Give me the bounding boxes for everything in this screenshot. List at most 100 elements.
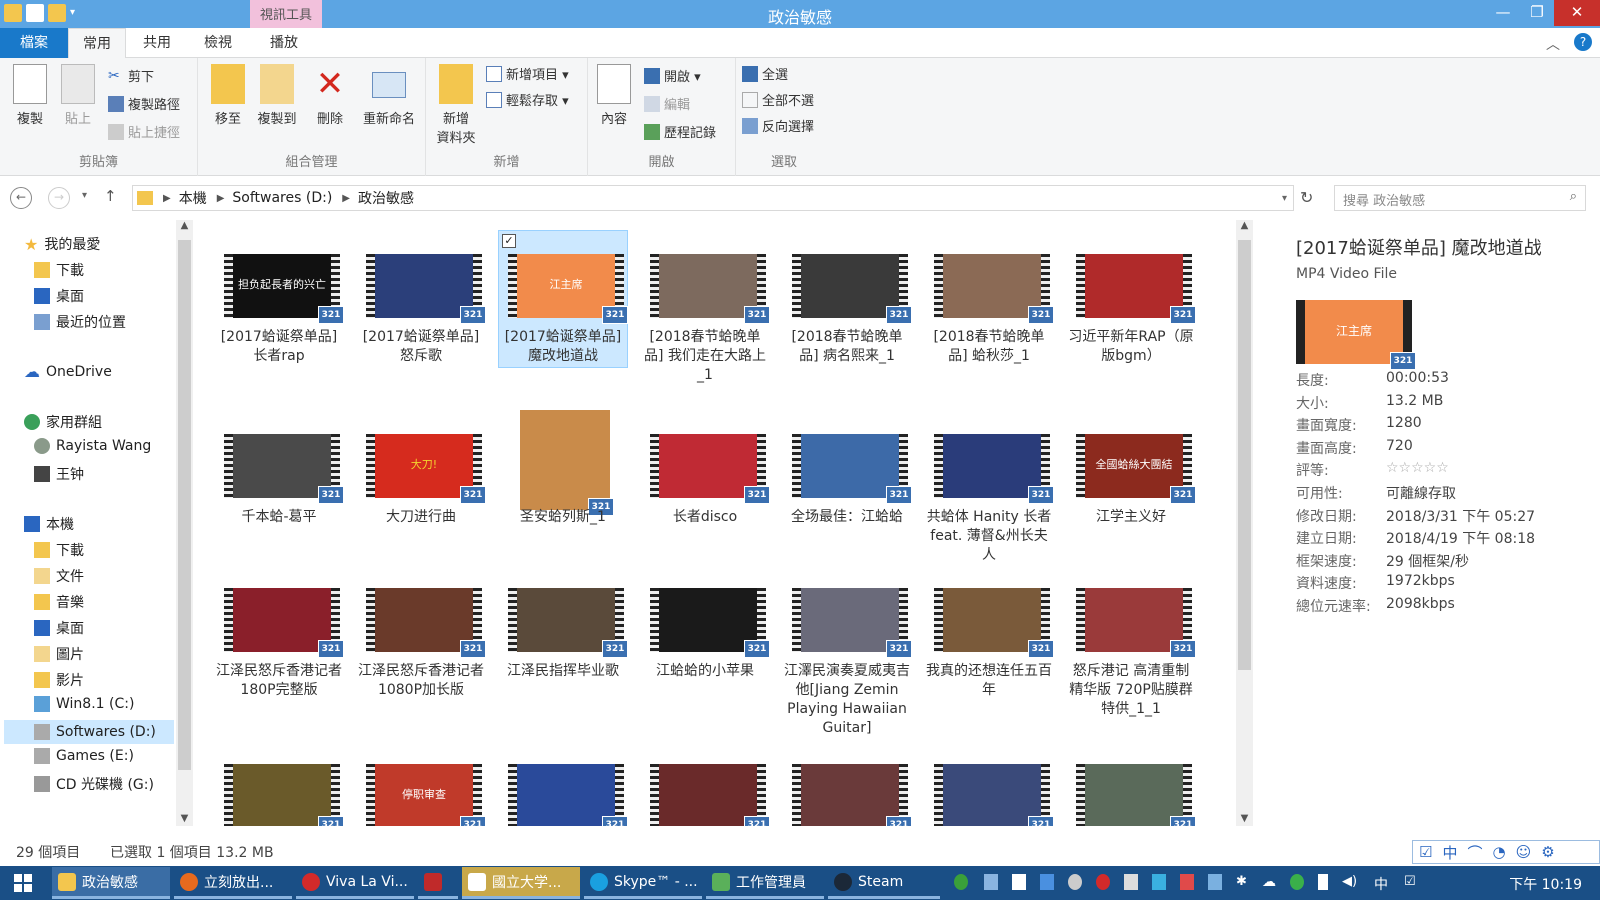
breadcrumb-drive[interactable]: Softwares (D:): [232, 190, 332, 206]
ime-user-icon[interactable]: ☺: [1516, 843, 1532, 861]
taskbar-steam[interactable]: Steam: [828, 867, 940, 899]
ime-punct-mode[interactable]: ◔: [1492, 843, 1505, 861]
nav-drive-c[interactable]: Win8.1 (C:): [34, 696, 134, 712]
clock[interactable]: 下午 10:19: [1509, 874, 1582, 894]
nav-thispc[interactable]: 本機: [24, 514, 74, 534]
minimize-button[interactable]: —: [1486, 0, 1520, 26]
signal-icon[interactable]: [984, 874, 998, 890]
taskbar-task-manager[interactable]: 工作管理員: [706, 867, 824, 899]
nav-drive-d[interactable]: Softwares (D:): [4, 720, 174, 744]
nav-favorites[interactable]: ★ 我的最愛: [24, 234, 100, 254]
rating-stars[interactable]: ☆☆☆☆☆: [1386, 460, 1449, 476]
properties-button[interactable]: 內容: [594, 64, 634, 127]
forward-button[interactable]: →: [48, 187, 70, 209]
tab-view[interactable]: 檢視: [188, 28, 248, 58]
nav-homegroup[interactable]: 家用群組: [24, 412, 102, 432]
nav-scroll-thumb[interactable]: [178, 240, 191, 770]
cut-button[interactable]: ✂ 剪下: [108, 66, 154, 86]
help-icon[interactable]: ?: [1574, 33, 1592, 51]
copy-button[interactable]: 複製: [10, 64, 50, 127]
nav-onedrive[interactable]: ☁ OneDrive: [24, 362, 112, 381]
taskbar-shield[interactable]: [418, 867, 458, 899]
nav-pc-documents[interactable]: 文件: [34, 566, 84, 586]
breadcrumb-folder[interactable]: 政治敏感: [358, 188, 414, 208]
input-language[interactable]: 中: [1374, 874, 1392, 893]
close-button[interactable]: ✕: [1554, 0, 1600, 26]
nav-pc-pictures[interactable]: 圖片: [34, 644, 84, 664]
paste-shortcut-button[interactable]: 貼上捷徑: [108, 122, 180, 141]
scroll-up-icon[interactable]: ▲: [176, 220, 193, 231]
start-button[interactable]: [14, 874, 32, 892]
tab-home[interactable]: 常用: [68, 28, 126, 58]
tray-app-icon[interactable]: [1208, 874, 1222, 890]
taskbar-skype[interactable]: Skype™ - ...: [584, 867, 702, 899]
paste-button[interactable]: 貼上: [58, 64, 98, 127]
content-scrollbar[interactable]: ▲ ▼: [1236, 220, 1253, 826]
taskbar-university[interactable]: 國立大学...: [462, 867, 580, 899]
tab-share[interactable]: 共用: [128, 28, 186, 58]
easy-access-button[interactable]: 輕鬆存取 ▾: [486, 90, 569, 109]
up-button[interactable]: ↑: [104, 187, 117, 205]
scroll-down-icon[interactable]: ▼: [176, 813, 193, 824]
nav-user-rayista[interactable]: Rayista Wang: [34, 438, 151, 454]
new-folder-button[interactable]: 新增 資料夾: [432, 64, 480, 146]
ime-toggle-icon[interactable]: ☑: [1419, 843, 1432, 861]
taskbar-firefox[interactable]: 立刻放出...: [174, 867, 292, 899]
tray-app-icon[interactable]: [1180, 874, 1194, 890]
search-input[interactable]: 搜尋 政治敏感 ⌕: [1334, 185, 1586, 211]
nav-drive-g[interactable]: CD 光碟機 (G:): [34, 774, 154, 794]
action-center-icon[interactable]: ☑: [1404, 874, 1418, 890]
new-item-button[interactable]: 新增項目 ▾: [486, 64, 569, 83]
nav-downloads[interactable]: 下載: [34, 260, 84, 280]
bluetooth-icon[interactable]: ✱: [1236, 874, 1250, 890]
volume-icon[interactable]: ◀): [1342, 874, 1357, 890]
checkbox-icon[interactable]: ✓: [502, 234, 516, 248]
taskbar-explorer[interactable]: 政治敏感: [52, 867, 170, 899]
address-dropdown-icon[interactable]: ▾: [1282, 193, 1287, 204]
content-scroll-thumb[interactable]: [1238, 240, 1251, 670]
ime-width-mode[interactable]: ⌒: [1467, 842, 1482, 863]
nav-pc-videos[interactable]: 影片: [34, 670, 84, 690]
recent-locations-icon[interactable]: ▾: [82, 190, 87, 201]
maximize-button[interactable]: ❐: [1520, 0, 1554, 26]
tray-app-icon[interactable]: [954, 874, 968, 890]
scroll-up-icon[interactable]: ▲: [1236, 220, 1253, 231]
tab-file[interactable]: 檔案: [0, 28, 68, 58]
taskbar-netease[interactable]: Viva La Vi...: [296, 867, 414, 899]
select-none-button[interactable]: 全部不選: [742, 90, 814, 109]
nav-user-wang[interactable]: 王钟: [34, 464, 84, 484]
copy-path-button[interactable]: 複製路徑: [108, 94, 180, 113]
nav-pc-downloads[interactable]: 下載: [34, 540, 84, 560]
battery-icon[interactable]: [1318, 874, 1328, 890]
select-all-button[interactable]: 全選: [742, 64, 788, 83]
address-box[interactable]: ▶ 本機 ▶ Softwares (D:) ▶ 政治敏感 ▾: [132, 185, 1294, 211]
tray-app-icon[interactable]: [1152, 874, 1166, 890]
delete-button[interactable]: ✕ 刪除: [310, 64, 350, 127]
nav-drive-e[interactable]: Games (E:): [34, 748, 134, 764]
tray-app-icon[interactable]: [1040, 874, 1054, 890]
cloud-icon[interactable]: ☁: [1262, 874, 1276, 890]
ime-chinese-mode[interactable]: 中: [1442, 842, 1457, 863]
tray-app-icon[interactable]: [1124, 874, 1138, 890]
collapse-ribbon-icon[interactable]: ︿: [1546, 34, 1560, 54]
copy-to-button[interactable]: 複製到: [252, 64, 302, 127]
sync-icon[interactable]: [1290, 874, 1304, 890]
netease-tray-icon[interactable]: [1096, 874, 1110, 890]
nav-scrollbar[interactable]: ▲ ▼: [176, 220, 193, 826]
edit-button[interactable]: 編輯: [644, 94, 690, 113]
scroll-down-icon[interactable]: ▼: [1236, 813, 1253, 824]
nav-pc-desktop[interactable]: 桌面: [34, 618, 84, 638]
nav-pc-music[interactable]: 音樂: [34, 592, 84, 612]
nav-recent[interactable]: 最近的位置: [34, 312, 126, 332]
move-to-button[interactable]: 移至: [208, 64, 248, 127]
rename-button[interactable]: 重新命名: [358, 64, 420, 127]
history-button[interactable]: 歷程記錄: [644, 122, 716, 141]
tab-play[interactable]: 播放: [254, 28, 314, 58]
ime-settings-icon[interactable]: ⚙: [1541, 843, 1554, 861]
refresh-icon[interactable]: ↻: [1300, 188, 1313, 207]
invert-selection-button[interactable]: 反向選擇: [742, 116, 814, 135]
steam-tray-icon[interactable]: [1068, 874, 1082, 890]
open-button[interactable]: 開啟 ▾: [644, 66, 701, 85]
breadcrumb-thispc[interactable]: 本機: [179, 188, 207, 208]
back-button[interactable]: ←: [10, 187, 32, 209]
